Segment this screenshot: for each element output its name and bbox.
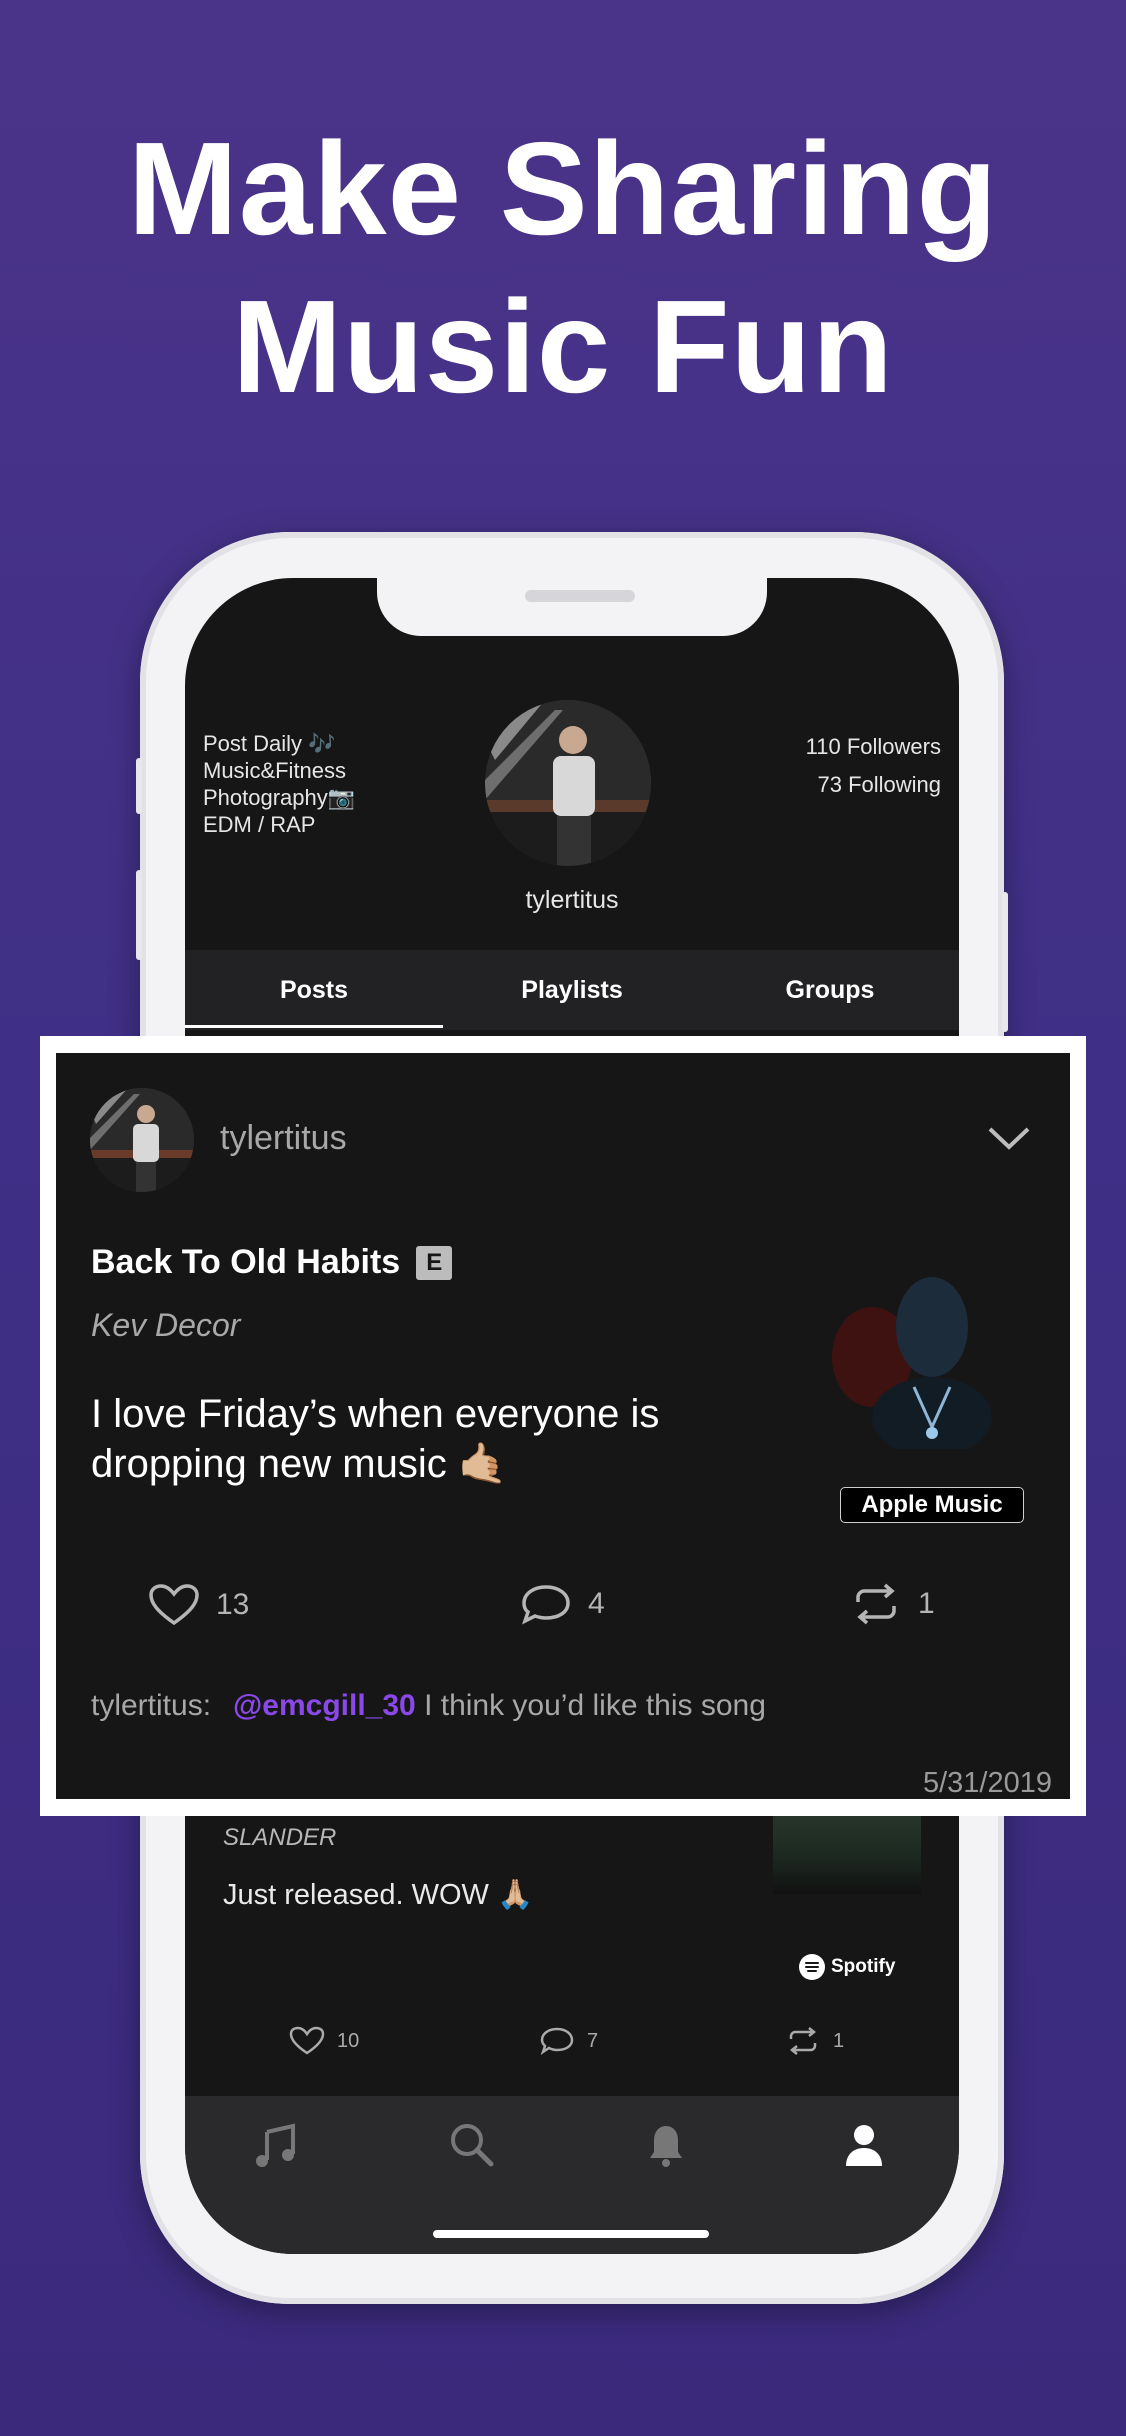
comment-mention[interactable]: @emcgill_30 bbox=[233, 1689, 416, 1722]
profile-tabs: Posts Playlists Groups bbox=[185, 950, 959, 1030]
spotify-label: Spotify bbox=[831, 1956, 896, 1977]
featured-post-card[interactable]: tylertitus Back To Old Habits E Kev Deco… bbox=[56, 1053, 1070, 1799]
post-avatar[interactable] bbox=[90, 1088, 194, 1192]
speaker bbox=[525, 590, 635, 602]
comment-text: I think you’d like this song bbox=[424, 1689, 766, 1722]
heart-icon bbox=[149, 1584, 199, 1626]
explicit-badge: E bbox=[416, 1245, 453, 1280]
album-art-image bbox=[832, 1247, 1034, 1449]
profile-username: tylertitus bbox=[525, 886, 619, 914]
profile-icon[interactable] bbox=[839, 2120, 889, 2170]
post-username[interactable]: tylertitus bbox=[220, 1119, 347, 1158]
tab-posts[interactable]: Posts bbox=[185, 950, 443, 1030]
like-button[interactable]: 13 bbox=[148, 1583, 249, 1627]
comment-button[interactable]: 4 bbox=[520, 1583, 605, 1625]
music-icon[interactable] bbox=[253, 2120, 303, 2170]
bio-line: Photography📷 bbox=[203, 785, 356, 810]
spotify-badge[interactable]: Spotify bbox=[799, 1954, 895, 1980]
bio-line: EDM / RAP bbox=[203, 812, 316, 837]
post-avatar-photo bbox=[90, 1088, 194, 1192]
chevron-down-icon[interactable] bbox=[986, 1123, 1032, 1153]
apple-music-badge[interactable]: Apple Music bbox=[840, 1487, 1024, 1523]
bio-line: Post Daily 🎶 bbox=[203, 731, 336, 756]
repost-icon bbox=[789, 2027, 817, 2055]
comment-icon bbox=[522, 1585, 570, 1625]
comment-icon bbox=[540, 2027, 574, 2056]
repost-count: 1 bbox=[918, 1587, 935, 1620]
like-count: 13 bbox=[216, 1588, 250, 1621]
post-comment: tylertitus: @emcgill_30 I think you’d lik… bbox=[91, 1689, 766, 1723]
post-caption: I love Friday’s when everyone is droppin… bbox=[91, 1392, 660, 1486]
bg-post-caption: Just released. WOW 🙏🏼 bbox=[223, 1879, 534, 1911]
comment-count: 4 bbox=[588, 1587, 605, 1620]
bg-like-button[interactable]: 10 bbox=[289, 2026, 359, 2056]
post-date: 5/31/2019 bbox=[922, 1767, 1052, 1799]
tab-groups[interactable]: Groups bbox=[701, 950, 959, 1030]
notch bbox=[377, 578, 767, 636]
phone-side-button bbox=[136, 758, 142, 814]
profile-avatar[interactable] bbox=[485, 700, 651, 866]
search-icon[interactable] bbox=[447, 2120, 497, 2170]
phone-volume-up bbox=[136, 870, 142, 960]
repost-button[interactable]: 1 bbox=[850, 1583, 935, 1625]
headline-line-1: Make Sharing bbox=[127, 115, 999, 262]
song-title-row[interactable]: Back To Old Habits E bbox=[91, 1243, 453, 1282]
bio-line: Music&Fitness bbox=[203, 758, 347, 783]
song-title: Back To Old Habits bbox=[91, 1243, 401, 1281]
bg-comment-button[interactable]: 7 bbox=[539, 2026, 598, 2056]
song-artist[interactable]: Kev Decor bbox=[91, 1307, 240, 1344]
bg-post-artist: SLANDER bbox=[223, 1824, 337, 1851]
profile-bio: Post Daily 🎶 Music&Fitness Photography📷 … bbox=[203, 730, 355, 838]
bg-comment-count: 7 bbox=[587, 2029, 599, 2052]
spotify-icon bbox=[799, 1954, 825, 1980]
profile-stats: 110 Followers 73 Following bbox=[806, 728, 941, 804]
repost-icon bbox=[856, 1583, 896, 1625]
headline: Make Sharing Music Fun bbox=[0, 110, 1126, 426]
heart-icon bbox=[289, 2026, 325, 2055]
bg-repost-count: 1 bbox=[833, 2029, 845, 2052]
bg-post-actions: 10 7 1 bbox=[185, 2026, 959, 2066]
phone-power-button bbox=[1002, 892, 1008, 1032]
followers-count[interactable]: 110 Followers bbox=[806, 728, 941, 766]
bell-icon[interactable] bbox=[641, 2120, 691, 2170]
home-indicator bbox=[433, 2230, 709, 2238]
headline-line-2: Music Fun bbox=[232, 273, 894, 420]
bg-like-count: 10 bbox=[337, 2029, 360, 2052]
bg-repost-button[interactable]: 1 bbox=[785, 2026, 844, 2056]
tab-playlists[interactable]: Playlists bbox=[443, 950, 701, 1030]
avatar-photo bbox=[485, 700, 651, 866]
album-art[interactable] bbox=[832, 1247, 1034, 1449]
comment-author[interactable]: tylertitus: bbox=[91, 1689, 211, 1722]
following-count[interactable]: 73 Following bbox=[806, 766, 941, 804]
